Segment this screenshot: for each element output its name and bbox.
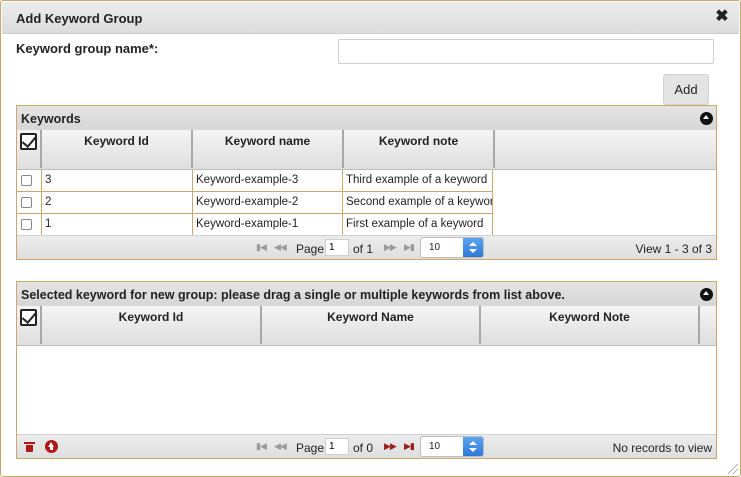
column-header-keyword-id[interactable]: Keyword Id [42,306,262,344]
collapse-icon[interactable] [700,288,713,301]
page-label: Page [296,441,325,455]
row-select-cell [17,192,42,214]
column-header-keyword-name[interactable]: Keyword Name [262,306,481,344]
selected-grid-pager: ▮◀ ◀◀ Page of 0 ▶▶ ▶▮ 10 No records to v… [17,434,716,458]
prev-page-icon[interactable]: ◀◀ [274,242,287,252]
page-number-input[interactable] [325,438,349,455]
row-checkbox[interactable] [21,219,32,230]
row-select-cell [17,170,42,192]
row-checkbox[interactable] [21,197,32,208]
cell-keyword-id: 1 [42,214,193,236]
selected-grid-header: Keyword Id Keyword Name Keyword Note [17,306,716,346]
keywords-grid-pager: ▮◀ ◀◀ Page of 1 ▶▶ ▶▮ 10 View 1 - 3 of 3 [17,235,716,259]
first-page-icon[interactable]: ▮◀ [256,242,267,252]
keyword-group-name-label: Keyword group name*: [16,41,159,56]
select-arrows-icon [463,437,483,456]
rows-per-page-value: 10 [429,242,441,253]
select-all-cell [17,130,42,168]
column-header-keyword-id[interactable]: Keyword Id [42,130,193,168]
keyword-group-name-input[interactable] [338,39,714,64]
cell-keyword-name: Keyword-example-1 [193,214,343,236]
add-keyword-group-dialog: Add Keyword Group ✖ Keyword group name*:… [0,0,741,477]
rows-per-page-select[interactable]: 10 [420,237,484,258]
page-label: Page [296,242,325,256]
next-page-icon[interactable]: ▶▶ [384,441,397,451]
selected-grid-caption: Selected keyword for new group: please d… [17,282,716,306]
column-header-keyword-name[interactable]: Keyword name [193,130,344,168]
add-button[interactable]: Add [663,74,709,105]
resize-grip-icon[interactable] [728,464,738,474]
keywords-grid-caption: Keywords [17,106,716,130]
cell-keyword-note: Second example of a keyword [343,192,493,214]
selected-keywords-grid: Selected keyword for new group: please d… [16,281,717,459]
table-row[interactable]: 1 Keyword-example-1 First example of a k… [17,214,493,236]
prev-page-icon[interactable]: ◀◀ [274,441,287,451]
dialog-titlebar[interactable]: Add Keyword Group ✖ [2,2,739,34]
arrow-up-circle-icon[interactable] [45,440,58,453]
select-all-checkbox[interactable] [20,309,37,326]
keywords-grid-header: Keyword Id Keyword name Keyword note [17,130,716,170]
table-row[interactable]: 2 Keyword-example-2 Second example of a … [17,192,493,214]
trash-icon[interactable] [24,442,35,452]
page-count-label: of 0 [353,441,374,455]
cell-keyword-name: Keyword-example-2 [193,192,343,214]
row-select-cell [17,214,42,236]
cell-keyword-id: 3 [42,170,193,192]
last-page-icon[interactable]: ▶▮ [404,242,415,252]
select-all-checkbox[interactable] [20,133,37,150]
rows-per-page-select[interactable]: 10 [420,436,484,457]
cell-keyword-note: Third example of a keyword [343,170,493,192]
keywords-grid: Keywords Keyword Id Keyword name Keyword… [16,105,717,260]
column-header-filler [495,130,718,168]
row-checkbox[interactable] [21,175,32,186]
table-row[interactable]: 3 Keyword-example-3 Third example of a k… [17,170,493,192]
page-number-input[interactable] [325,239,349,256]
select-arrows-icon [463,238,483,257]
dialog-title: Add Keyword Group [16,11,143,26]
selected-grid-body-drop-zone[interactable] [17,346,716,434]
keywords-grid-title: Keywords [21,112,81,126]
first-page-icon[interactable]: ▮◀ [256,441,267,451]
rows-per-page-value: 10 [429,441,441,452]
column-header-keyword-note[interactable]: Keyword Note [481,306,700,344]
cell-keyword-id: 2 [42,192,193,214]
page-count-label: of 1 [353,242,374,256]
cell-keyword-note: First example of a keyword [343,214,493,236]
records-info: View 1 - 3 of 3 [635,242,713,256]
cell-keyword-name: Keyword-example-3 [193,170,343,192]
column-header-filler [700,306,718,344]
close-icon[interactable]: ✖ [713,8,731,26]
next-page-icon[interactable]: ▶▶ [384,242,397,252]
column-header-keyword-note[interactable]: Keyword note [344,130,495,168]
select-all-cell [17,306,42,344]
records-info: No records to view [612,441,712,455]
collapse-icon[interactable] [700,112,713,125]
last-page-icon[interactable]: ▶▮ [404,441,415,451]
selected-grid-title: Selected keyword for new group: please d… [21,288,565,302]
